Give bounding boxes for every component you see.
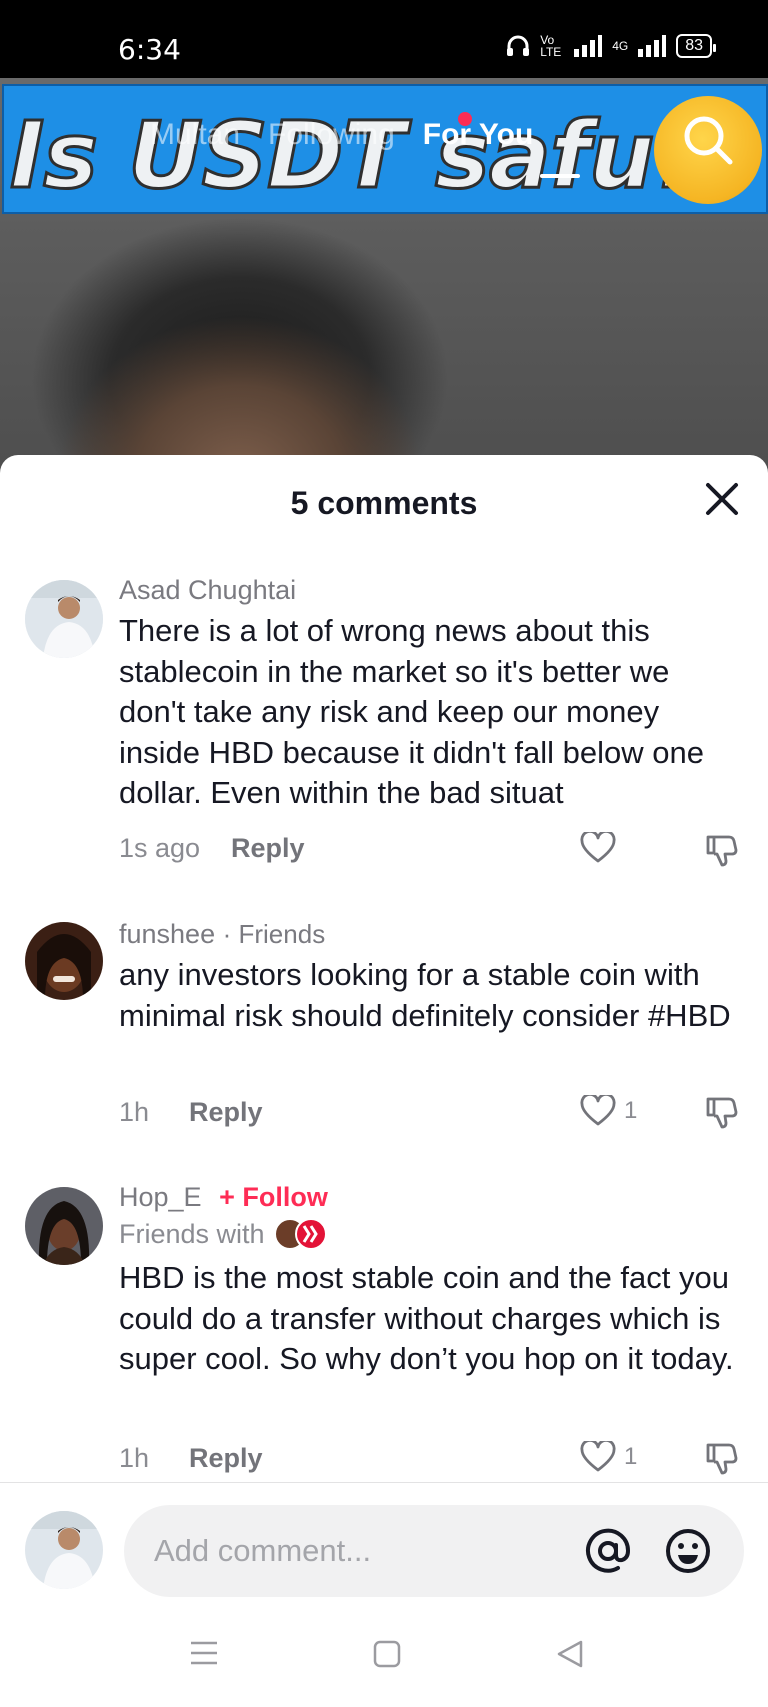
- comment-text: HBD is the most stable coin and the fact…: [119, 1260, 734, 1376]
- avatar[interactable]: [25, 580, 103, 658]
- status-bar: 6:34 Vo LTE 4G 83: [0, 0, 768, 78]
- like-button[interactable]: 1: [580, 1441, 637, 1473]
- heart-icon: [580, 832, 616, 863]
- close-icon[interactable]: [704, 481, 740, 517]
- tab-following[interactable]: Following: [268, 118, 395, 152]
- notification-dot: [458, 112, 472, 126]
- headphones-icon: [507, 35, 530, 56]
- heart-icon: [580, 1095, 616, 1126]
- mention-icon[interactable]: [584, 1527, 632, 1575]
- dislike-icon[interactable]: [704, 833, 738, 867]
- friends-label: · Friends: [222, 919, 326, 949]
- like-button[interactable]: 1: [580, 1095, 637, 1127]
- reply-button[interactable]: Reply: [189, 1443, 263, 1474]
- comment-input[interactable]: Add comment...: [124, 1505, 744, 1597]
- comment-username[interactable]: funshee: [119, 919, 215, 949]
- home-icon[interactable]: [373, 1640, 401, 1668]
- top-nav-tabs: Multan Following For You: [150, 118, 533, 152]
- tab-for-you[interactable]: For You: [423, 118, 534, 152]
- comment-username[interactable]: Asad Chughtai: [119, 573, 744, 607]
- comment-time: 1s ago: [119, 833, 201, 863]
- like-button[interactable]: [580, 832, 624, 864]
- heart-icon: [580, 1441, 616, 1472]
- dislike-icon[interactable]: [704, 1095, 738, 1129]
- menu-icon[interactable]: [190, 1640, 218, 1666]
- signal-4g-icon: [638, 35, 667, 57]
- reply-button[interactable]: Reply: [231, 833, 305, 864]
- comment-time: 1h: [119, 1097, 150, 1127]
- network-type-label: 4G: [612, 39, 629, 53]
- friends-with-label: Friends with: [119, 1219, 265, 1249]
- tab-multan[interactable]: Multan: [150, 118, 240, 152]
- like-count: 1: [624, 1443, 638, 1470]
- battery-indicator: 83: [676, 34, 716, 58]
- back-icon[interactable]: [556, 1639, 584, 1669]
- volte-label: Vo LTE: [540, 33, 562, 59]
- status-icons: Vo LTE 4G 83: [506, 33, 716, 59]
- dislike-icon[interactable]: [704, 1441, 738, 1475]
- active-tab-indicator: [540, 174, 580, 178]
- reply-button[interactable]: Reply: [189, 1097, 263, 1128]
- status-time: 6:34: [118, 33, 181, 66]
- mutual-friends-avatars[interactable]: [273, 1217, 333, 1251]
- system-navigation-bar: [0, 1620, 768, 1707]
- comment-username[interactable]: Hop_E: [119, 1182, 202, 1212]
- current-user-avatar: [25, 1511, 103, 1589]
- like-count: 1: [624, 1097, 638, 1124]
- comment-text: There is a lot of wrong news about this …: [119, 613, 704, 810]
- search-icon[interactable]: [680, 112, 734, 166]
- comments-count-title: 5 comments: [290, 485, 478, 521]
- signal-icon: [574, 35, 603, 57]
- avatar[interactable]: [25, 1187, 103, 1265]
- divider: [0, 1482, 768, 1483]
- comment-text: any investors looking for a stable coin …: [119, 957, 731, 1033]
- comment-time: 1h: [119, 1443, 150, 1473]
- comment-input-placeholder: Add comment...: [154, 1533, 372, 1568]
- avatar[interactable]: [25, 922, 103, 1000]
- follow-button[interactable]: + Follow: [219, 1182, 328, 1212]
- emoji-icon[interactable]: [664, 1527, 712, 1575]
